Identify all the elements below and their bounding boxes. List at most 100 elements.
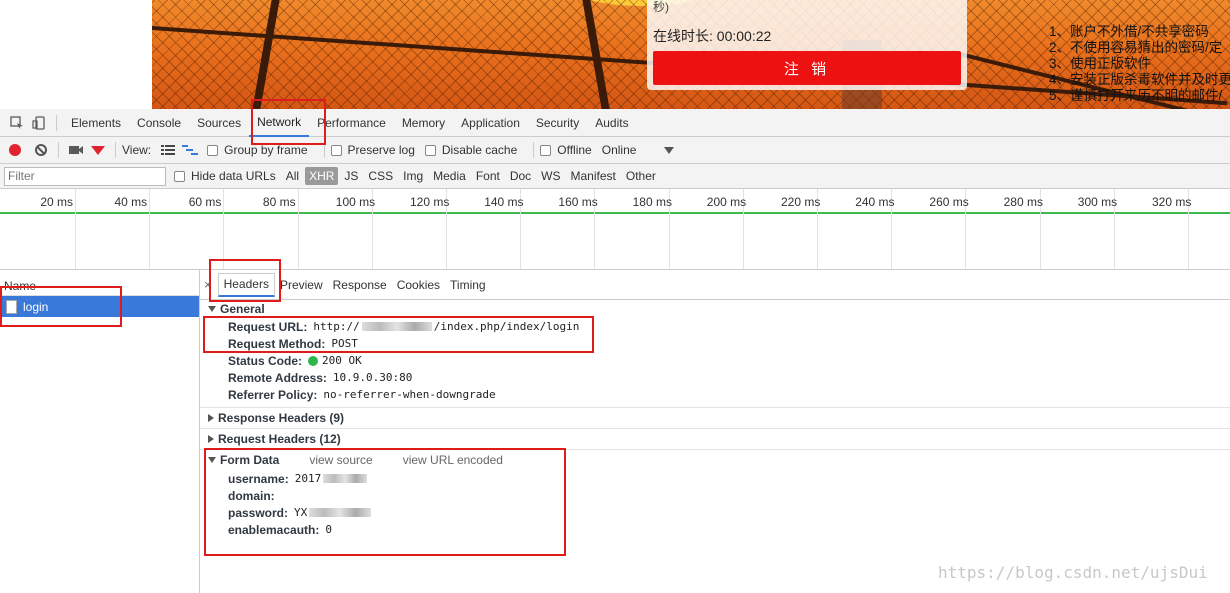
filter-type-media[interactable]: Media [429,167,470,185]
status-code-row: Status Code: 200 OK [200,352,1230,369]
tab-console[interactable]: Console [129,109,189,137]
tab-sources[interactable]: Sources [189,109,249,137]
tab-cookies[interactable]: Cookies [392,273,445,297]
offline-checkbox[interactable]: Offline [540,143,592,157]
filter-type-manifest[interactable]: Manifest [567,167,620,185]
preserve-log-label: Preserve log [347,143,415,157]
referrer-policy-label: Referrer Policy: [228,387,318,402]
form-data-toggle[interactable]: Form Data view source view URL encoded [200,450,1230,470]
chevron-down-icon[interactable] [658,139,680,161]
request-detail-panel: × Headers Preview Response Cookies Timin… [200,270,1230,593]
clear-button[interactable] [30,139,52,161]
form-field-username: username: 2017 [200,470,1230,487]
screenshot-camera-icon[interactable] [65,139,87,161]
filter-type-font[interactable]: Font [472,167,504,185]
response-headers-toggle[interactable]: Response Headers (9) [200,408,1230,428]
filter-type-js[interactable]: JS [340,167,362,185]
timeline-tick-label: 320 ms [1152,195,1192,209]
tab-timing[interactable]: Timing [445,273,491,297]
divider [58,142,59,158]
divider [533,142,535,158]
request-headers-title: Request Headers (12) [218,432,341,446]
tab-audits[interactable]: Audits [587,109,636,137]
timeline-tick-label: 160 ms [558,195,598,209]
detail-tabbar: × Headers Preview Response Cookies Timin… [200,270,1230,300]
tab-headers[interactable]: Headers [217,272,275,297]
form-data-section: Form Data view source view URL encoded u… [200,450,1230,538]
tab-response[interactable]: Response [328,273,392,297]
preserve-log-checkbox[interactable]: Preserve log [330,143,415,157]
logout-button[interactable]: 注 销 [653,51,961,85]
devtools-tabbar: Elements Console Sources Network Perform… [0,109,1230,137]
filter-type-img[interactable]: Img [399,167,427,185]
password-value: YX [294,506,308,519]
tab-network[interactable]: Network [249,109,310,137]
remote-address-value: 10.9.0.30:80 [332,371,413,384]
filter-type-css[interactable]: CSS [364,167,397,185]
large-rows-icon[interactable] [157,139,179,161]
request-method-value: POST [331,337,358,350]
watermark: https://blog.csdn.net/ujsDui [938,563,1208,582]
request-headers-section[interactable]: Request Headers (12) [200,429,1230,450]
record-button[interactable] [4,139,26,161]
enablemacauth-label: enablemacauth: [228,522,320,537]
remote-address-row: Remote Address: 10.9.0.30:80 [200,369,1230,386]
tab-application[interactable]: Application [453,109,528,137]
view-url-encoded-link[interactable]: view URL encoded [403,453,503,467]
device-toolbar-icon[interactable] [28,112,50,134]
redacted-username [323,474,368,483]
request-row[interactable]: login [0,296,199,317]
filter-type-xhr[interactable]: XHR [305,167,339,185]
view-source-link[interactable]: view source [309,453,372,467]
filter-type-doc[interactable]: Doc [506,167,535,185]
timeline-gridline [75,189,76,269]
filter-type-all[interactable]: All [282,167,303,185]
remote-address-label: Remote Address: [228,370,327,385]
dom-content-loaded-line [0,212,1230,214]
timeline-tick-label: 80 ms [262,195,296,209]
triangle-right-icon [208,435,214,443]
network-overview-timeline[interactable]: 20 ms 40 ms 60 ms 80 ms 100 ms 120 ms 140 ms 16… [0,189,1230,270]
disable-cache-checkbox[interactable]: Disable cache [424,143,517,157]
network-filterbar: Hide data URLs All XHR JS CSS Img Media … [0,164,1230,189]
network-toolbar: View: Group by frame Preserve log Disabl… [0,137,1230,164]
timeline-tick-label: 100 ms [335,195,376,209]
web-page-area: 秒) 在线时长: 00:00:22 注 销 1、账户不外借/不共享密码 2、不使… [0,0,1230,109]
tab-performance[interactable]: Performance [309,109,394,137]
filter-funnel-icon[interactable] [87,139,109,161]
inspect-element-icon[interactable] [6,112,28,134]
tab-elements[interactable]: Elements [63,109,129,137]
tab-memory[interactable]: Memory [394,109,453,137]
hide-data-urls-checkbox[interactable]: Hide data URLs [174,169,276,183]
response-headers-section[interactable]: Response Headers (9) [200,408,1230,429]
tab-security[interactable]: Security [528,109,587,137]
general-title: General [220,302,265,316]
tab-preview[interactable]: Preview [275,273,328,297]
group-by-frame-label: Group by frame [224,143,308,157]
divider [115,142,116,158]
throttle-select[interactable]: Online [602,143,637,157]
request-method-label: Request Method: [228,336,326,351]
filter-type-ws[interactable]: WS [537,167,564,185]
online-duration: 在线时长: 00:00:22 [653,28,772,44]
username-value: 2017 [294,472,322,485]
filter-type-other[interactable]: Other [622,167,660,185]
general-section: General Request URL: http:// /index.php/… [200,300,1230,408]
timeline-tick-label: 200 ms [706,195,747,209]
username-label: username: [228,471,289,486]
timeline-tick-label: 280 ms [1003,195,1043,209]
response-headers-title: Response Headers (9) [218,411,345,425]
request-url-suffix: /index.php/index/login [433,320,580,333]
request-name: login [23,299,49,314]
waterfall-view-icon[interactable] [179,139,201,161]
filter-input[interactable] [4,166,166,186]
general-toggle[interactable]: General [200,300,1230,318]
throttle-value: Online [601,143,637,157]
login-status-card: 秒) 在线时长: 00:00:22 注 销 [647,0,967,90]
group-by-frame-checkbox[interactable]: Group by frame [207,143,308,157]
column-header-name[interactable]: Name [0,270,199,296]
redacted-password [309,508,372,517]
request-headers-toggle[interactable]: Request Headers (12) [200,429,1230,449]
close-icon[interactable]: × [204,277,212,292]
status-code-value: 200 OK [322,354,362,367]
